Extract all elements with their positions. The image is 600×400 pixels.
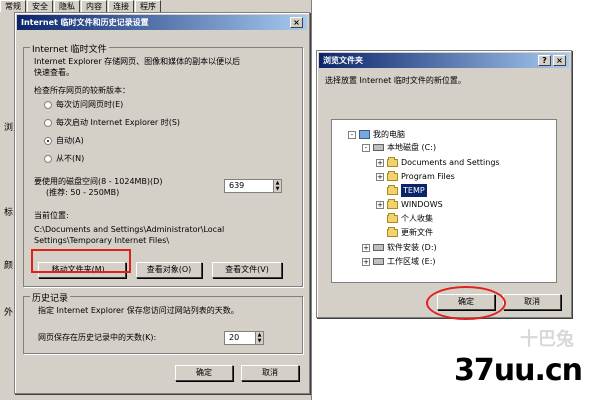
collapse-icon[interactable]: - — [362, 143, 370, 152]
help-icon[interactable]: ? — [538, 55, 551, 66]
disk-space-stepper[interactable]: 639 ▲ ▼ — [224, 179, 282, 193]
expand-icon[interactable]: + — [362, 243, 370, 252]
radio-never[interactable] — [44, 155, 52, 163]
tree-item-label: 我的电脑 — [373, 130, 405, 139]
collapse-icon[interactable]: - — [348, 130, 356, 139]
bg-fragment: 外 — [4, 308, 14, 318]
disk-space-value: 639 — [229, 181, 245, 190]
expand-icon[interactable]: + — [376, 200, 384, 209]
history-group-label: 历史记录 — [30, 291, 71, 304]
folder-tree[interactable]: - 我的电脑 - 本地磁盘 (C:) + Documents and Setti… — [331, 119, 557, 283]
tree-item-personal[interactable]: 个人收集 — [387, 212, 433, 225]
site-watermark: 37uu.cn — [454, 353, 583, 388]
disk-space-recommend: (推荐: 50 - 250MB) — [46, 188, 120, 197]
dialog-title: Internet 临时文件和历史记录设置 — [17, 15, 307, 30]
tree-item-label: Documents and Settings — [401, 158, 500, 167]
tree-item-label: Program Files — [401, 172, 455, 181]
tab-security[interactable]: 安全 — [27, 0, 53, 12]
temp-files-group-label: Internet 临时文件 — [30, 42, 109, 55]
drive-icon — [373, 144, 384, 151]
tree-item-label: 个人收集 — [401, 214, 433, 223]
tree-item-documents[interactable]: + Documents and Settings — [376, 156, 500, 169]
history-days-value: 20 — [229, 333, 240, 342]
tab-general[interactable]: 常规 — [0, 0, 26, 12]
radio-label: 每次访问网页时(E) — [56, 100, 124, 109]
check-version-label: 检查所存网页的较新版本： — [34, 86, 130, 95]
radio-every-visit[interactable] — [44, 101, 52, 109]
tab-privacy[interactable]: 隐私 — [54, 0, 80, 12]
current-location-path: C:\Documents and Settings\Administrator\… — [34, 225, 225, 234]
highlight-move-folder — [31, 249, 131, 273]
cancel-button[interactable]: 取消 — [241, 365, 299, 381]
tab-connections[interactable]: 连接 — [108, 0, 134, 12]
radio-label: 自动(A) — [56, 136, 84, 145]
expand-icon[interactable]: + — [362, 257, 370, 266]
view-files-button[interactable]: 查看文件(V) — [212, 262, 282, 278]
watermark-faint: 十巴兔 — [520, 329, 574, 350]
tree-item-label-selected: TEMP — [401, 184, 427, 197]
tree-item-label: WINDOWS — [401, 200, 443, 209]
tab-content[interactable]: 内容 — [81, 0, 107, 12]
radio-every-start[interactable] — [44, 119, 52, 127]
highlight-ok-button — [426, 286, 506, 320]
radio-automatic[interactable] — [44, 137, 52, 145]
computer-icon — [359, 130, 370, 139]
current-location-label: 当前位置: — [34, 211, 69, 220]
tree-item-drive-d[interactable]: + 软件安装 (D:) — [362, 241, 437, 254]
ok-button[interactable]: 确定 — [175, 365, 233, 381]
tree-item-my-computer[interactable]: - 我的电脑 — [348, 128, 405, 141]
temp-files-desc: Internet Explorer 存储网页、图像和媒体的副本以便以后 — [34, 57, 241, 66]
bg-fragment: 颜 — [4, 261, 14, 271]
expand-icon[interactable]: + — [376, 172, 384, 181]
folder-icon — [387, 170, 398, 181]
drive-icon — [373, 258, 384, 265]
browse-folder-dialog: 浏览文件夹 ? × 选择放置 Internet 临时文件的新位置。 - 我的电脑… — [316, 50, 572, 318]
spin-arrows-icon[interactable]: ▲ ▼ — [255, 332, 263, 344]
tree-item-label: 软件安装 (D:) — [387, 243, 437, 252]
current-location-path: Settings\Temporary Internet Files\ — [34, 236, 170, 245]
browse-dialog-title: 浏览文件夹 — [319, 53, 569, 68]
tree-item-windows[interactable]: + WINDOWS — [376, 198, 443, 211]
temp-files-desc: 快速查看。 — [34, 68, 74, 77]
close-icon[interactable]: × — [553, 55, 566, 66]
temp-files-settings-dialog: Internet 临时文件和历史记录设置 × Internet 临时文件 Int… — [14, 12, 310, 394]
radio-label: 每次启动 Internet Explorer 时(S) — [56, 118, 181, 127]
close-icon[interactable]: × — [290, 17, 303, 28]
bg-fragment: 标 — [4, 208, 14, 218]
tree-item-drive-e[interactable]: + 工作区域 (E:) — [362, 255, 436, 268]
tree-item-temp[interactable]: TEMP — [387, 184, 427, 197]
folder-icon — [387, 212, 398, 223]
drive-icon — [373, 244, 384, 251]
folder-icon — [387, 198, 398, 209]
folder-icon — [387, 184, 398, 195]
bg-fragment: 浏 — [4, 123, 14, 133]
radio-label: 从不(N) — [56, 154, 85, 163]
tree-item-label: 更新文件 — [401, 228, 433, 237]
disk-space-label: 要使用的磁盘空间(8 - 1024MB)(D) — [34, 177, 163, 186]
tree-item-drive-c[interactable]: - 本地磁盘 (C:) — [362, 141, 436, 154]
browse-instruction: 选择放置 Internet 临时文件的新位置。 — [325, 76, 466, 85]
browse-cancel-button[interactable]: 取消 — [503, 294, 561, 310]
tree-item-label: 工作区域 (E:) — [387, 257, 436, 266]
history-desc: 指定 Internet Explorer 保存您访问过网站列表的天数。 — [38, 306, 239, 315]
tab-programs[interactable]: 程序 — [135, 0, 161, 12]
history-days-label: 网页保存在历史记录中的天数(K): — [38, 333, 157, 342]
folder-icon — [387, 156, 398, 167]
expand-icon[interactable]: + — [376, 158, 384, 167]
tree-item-label: 本地磁盘 (C:) — [387, 143, 437, 152]
view-objects-button[interactable]: 查看对象(O) — [136, 262, 202, 278]
history-group: 历史记录 指定 Internet Explorer 保存您访问过网站列表的天数。… — [23, 291, 303, 354]
history-days-stepper[interactable]: 20 ▲ ▼ — [224, 331, 264, 345]
tree-item-updates[interactable]: 更新文件 — [387, 226, 433, 239]
tree-item-program-files[interactable]: + Program Files — [376, 170, 455, 183]
spin-arrows-icon[interactable]: ▲ ▼ — [273, 180, 281, 192]
folder-icon — [387, 226, 398, 237]
